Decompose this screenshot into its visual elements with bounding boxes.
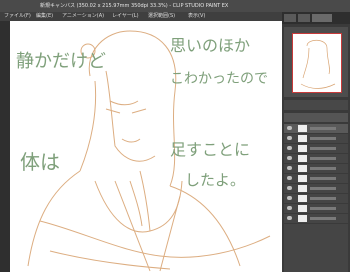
- thumbnail-sketch: [300, 39, 336, 89]
- dock-tab-2[interactable]: [298, 14, 310, 22]
- navigator-controls[interactable]: [284, 100, 348, 110]
- layer-thumbnail: [298, 205, 307, 212]
- layer-row[interactable]: [284, 174, 348, 184]
- window-title: 新規キャンバス (350.02 x 215.97mm 350dpi 33.3%)…: [40, 3, 229, 9]
- title-bar: 新規キャンバス (350.02 x 215.97mm 350dpi 33.3%)…: [0, 0, 350, 12]
- layer-row[interactable]: [284, 184, 348, 194]
- dock-tab-1[interactable]: [284, 14, 296, 22]
- layer-name-placeholder: [310, 187, 336, 190]
- layer-row[interactable]: [284, 134, 348, 144]
- eye-icon[interactable]: [287, 166, 292, 170]
- text-right-4: したよ。: [185, 171, 245, 189]
- eye-icon[interactable]: [287, 186, 292, 190]
- text-right-1: 思いのほか: [170, 36, 250, 55]
- eye-icon[interactable]: [287, 146, 292, 150]
- handwritten-text-group: 静かだけど 体は 思いのほか こわかったので 足すことに したよ。: [16, 36, 268, 189]
- layer-thumbnail: [298, 135, 307, 142]
- layer-thumbnail: [298, 175, 307, 182]
- layer-thumbnail: [298, 215, 307, 222]
- layer-row[interactable]: [284, 214, 348, 224]
- menu-bar: ファイル(F) 編集(E) アニメーション(A) レイヤー(L) 選択範囲(S)…: [0, 12, 282, 21]
- drawing-canvas[interactable]: 静かだけど 体は 思いのほか こわかったので 足すことに したよ。: [10, 21, 282, 272]
- layer-thumbnail: [298, 125, 307, 132]
- layer-thumbnail: [298, 155, 307, 162]
- layer-row[interactable]: [284, 124, 348, 134]
- navigator-thumbnail[interactable]: [292, 33, 342, 93]
- layer-row[interactable]: [284, 144, 348, 154]
- layer-name-placeholder: [310, 197, 336, 200]
- text-right-3: 足すことに: [170, 140, 250, 159]
- layer-name-placeholder: [310, 207, 336, 210]
- text-left-1: 静かだけど: [16, 51, 106, 72]
- layer-name-placeholder: [310, 167, 336, 170]
- menu-view[interactable]: 表示(V): [188, 12, 205, 21]
- text-left-2: 体は: [20, 150, 60, 174]
- eye-icon[interactable]: [287, 196, 292, 200]
- layer-name-placeholder: [310, 127, 336, 130]
- eye-icon[interactable]: [287, 156, 292, 160]
- layer-name-placeholder: [310, 147, 336, 150]
- dock-tabs: [282, 12, 350, 24]
- sketch-svg: 静かだけど 体は 思いのほか こわかったので 足すことに したよ。: [16, 30, 271, 272]
- menu-selection[interactable]: 選択範囲(S): [148, 12, 175, 21]
- text-right-2: こわかったので: [170, 71, 268, 87]
- clip-studio-window: 新規キャンバス (350.02 x 215.97mm 350dpi 33.3%)…: [0, 0, 350, 272]
- layer-row[interactable]: [284, 164, 348, 174]
- eye-icon[interactable]: [287, 176, 292, 180]
- layer-thumbnail: [298, 195, 307, 202]
- layer-name-placeholder: [310, 177, 336, 180]
- eye-icon[interactable]: [287, 126, 292, 130]
- menu-animation[interactable]: アニメーション(A): [62, 12, 104, 21]
- layers-panel: [284, 124, 348, 272]
- eye-icon[interactable]: [287, 136, 292, 140]
- layer-name-placeholder: [310, 217, 336, 220]
- layer-row[interactable]: [284, 154, 348, 164]
- layer-thumbnail: [298, 165, 307, 172]
- layer-row[interactable]: [284, 204, 348, 214]
- layer-thumbnail: [298, 145, 307, 152]
- layers-header: [284, 113, 348, 122]
- menu-layer[interactable]: レイヤー(L): [112, 12, 139, 21]
- menu-edit[interactable]: 編集(E): [36, 12, 53, 21]
- right-dock: [282, 12, 350, 272]
- layer-name-placeholder: [310, 157, 336, 160]
- dock-tab-3[interactable]: [312, 14, 332, 22]
- layer-thumbnail: [298, 185, 307, 192]
- menu-file[interactable]: ファイル(F): [4, 12, 31, 21]
- layer-name-placeholder: [310, 137, 336, 140]
- left-toolbar-edge: [0, 21, 10, 272]
- navigator-panel: [284, 27, 348, 97]
- eye-icon[interactable]: [287, 216, 292, 220]
- eye-icon[interactable]: [287, 206, 292, 210]
- layer-row[interactable]: [284, 194, 348, 204]
